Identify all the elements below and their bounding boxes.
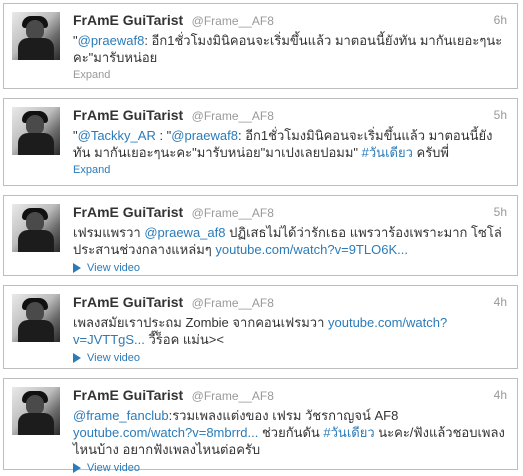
tweet-text-segment: :รวมเพลงแต่งของ เฟรม วัชรกาญจน์ AF8 [168,408,399,423]
tweet-item[interactable]: FrAmE GuiTarist @Frame__AF8 4h เพลงสมัยเ… [3,285,518,369]
tweet-content: FrAmE GuiTarist @Frame__AF8 5h "@Tackky_… [73,107,507,177]
avatar-body-shape [18,38,54,60]
user-handle[interactable]: @Frame__AF8 [192,296,274,310]
avatar[interactable] [12,387,60,435]
expand-link[interactable]: Expand [73,68,507,82]
view-video-label: View video [87,462,140,474]
tweet-timestamp[interactable]: 4h [494,387,507,403]
avatar-body-shape [18,230,54,252]
user-name[interactable]: FrAmE GuiTarist [73,107,183,123]
play-icon [73,353,81,363]
user-handle[interactable]: @Frame__AF8 [192,206,274,220]
expand-link[interactable]: Expand [73,163,507,177]
tweet-header: FrAmE GuiTarist @Frame__AF8 5h [73,107,507,123]
tweet-item[interactable]: FrAmE GuiTarist @Frame__AF8 5h "@Tackky_… [3,98,518,186]
url-link[interactable]: youtube.com/watch?v=8mbrrd... [73,425,258,440]
tweet-header: FrAmE GuiTarist @Frame__AF8 4h [73,387,507,403]
mention-link[interactable]: @Tackky_AR [78,128,156,143]
tweet-timestamp[interactable]: 6h [494,12,507,28]
tweet-text: @frame_fanclub:รวมเพลงแต่งของ เฟรม วัชรก… [73,407,507,458]
mention-link[interactable]: @praewaf8 [171,128,238,143]
user-handle[interactable]: @Frame__AF8 [192,389,274,403]
tweet-content: FrAmE GuiTarist @Frame__AF8 4h เพลงสมัยเ… [73,294,507,365]
tweet-text: "@praewaf8: อีก1ชั่วโมงมินิคอนจะเริ่มขึ้… [73,32,507,66]
url-link[interactable]: youtube.com/watch?v=9TLO6K... [215,242,408,257]
view-video-label: View video [87,262,140,274]
user-name[interactable]: FrAmE GuiTarist [73,387,183,403]
tweet-timestamp[interactable]: 5h [494,204,507,220]
avatar-head-shape [26,20,44,40]
tweet-item[interactable]: FrAmE GuiTarist @Frame__AF8 5h เฟรมแพรวา… [3,195,518,276]
mention-link[interactable]: @praewaf8 [78,33,145,48]
user-name[interactable]: FrAmE GuiTarist [73,204,183,220]
avatar-body-shape [18,133,54,155]
tweet-text-segment: เฟรมแพรวา [73,225,145,240]
avatar[interactable] [12,107,60,155]
avatar-body-shape [18,320,54,342]
avatar[interactable] [12,204,60,252]
tweet-text-segment: ครับพี่ [412,145,450,160]
user-name[interactable]: FrAmE GuiTarist [73,294,183,310]
hashtag-link[interactable]: #วันเดียว [362,145,413,160]
tweet-text: "@Tackky_AR : "@praewaf8: อีก1ชั่วโมงมิน… [73,127,507,161]
user-handle[interactable]: @Frame__AF8 [192,14,274,28]
avatar-body-shape [18,413,54,435]
tweet-text: เพลงสมัยเราประถม Zombie จากคอนเฟรมวา you… [73,314,507,348]
tweet-content: FrAmE GuiTarist @Frame__AF8 4h @frame_fa… [73,387,507,475]
tweet-timestamp[interactable]: 4h [494,294,507,310]
tweet-text-segment: เพลงสมัยเราประถม Zombie จากคอนเฟรมวา [73,315,328,330]
tweet-text-segment: ช่วยกันดัน [258,425,324,440]
tweet-header: FrAmE GuiTarist @Frame__AF8 6h [73,12,507,28]
tweet-timestamp[interactable]: 5h [494,107,507,123]
tweet-item[interactable]: FrAmE GuiTarist @Frame__AF8 4h @frame_fa… [3,378,518,474]
mention-link[interactable]: @praewa_af8 [144,225,225,240]
user-handle[interactable]: @Frame__AF8 [192,109,274,123]
play-icon [73,463,81,473]
view-video-link[interactable]: View video [73,261,507,275]
avatar-head-shape [26,212,44,232]
tweet-text-segment: วี๊ร็อค แม่น>< [144,332,224,347]
tweet-header: FrAmE GuiTarist @Frame__AF8 4h [73,294,507,310]
tweet-text-segment: : " [155,128,172,143]
view-video-label: View video [87,352,140,364]
avatar-head-shape [26,395,44,415]
tweet-content: FrAmE GuiTarist @Frame__AF8 5h เฟรมแพรวา… [73,204,507,275]
avatar-head-shape [26,302,44,322]
avatar-head-shape [26,115,44,135]
tweet-header: FrAmE GuiTarist @Frame__AF8 5h [73,204,507,220]
view-video-link[interactable]: View video [73,461,507,475]
tweet-content: FrAmE GuiTarist @Frame__AF8 6h "@praewaf… [73,12,507,82]
tweet-item[interactable]: FrAmE GuiTarist @Frame__AF8 6h "@praewaf… [3,3,518,89]
tweet-text: เฟรมแพรวา @praewa_af8 ปฏิเสธไม่ได้ว่ารัก… [73,224,507,258]
hashtag-link[interactable]: #วันเดียว [323,425,374,440]
user-name[interactable]: FrAmE GuiTarist [73,12,183,28]
view-video-link[interactable]: View video [73,351,507,365]
mention-link[interactable]: @frame_fanclub [73,408,169,423]
avatar[interactable] [12,294,60,342]
play-icon [73,263,81,273]
avatar[interactable] [12,12,60,60]
